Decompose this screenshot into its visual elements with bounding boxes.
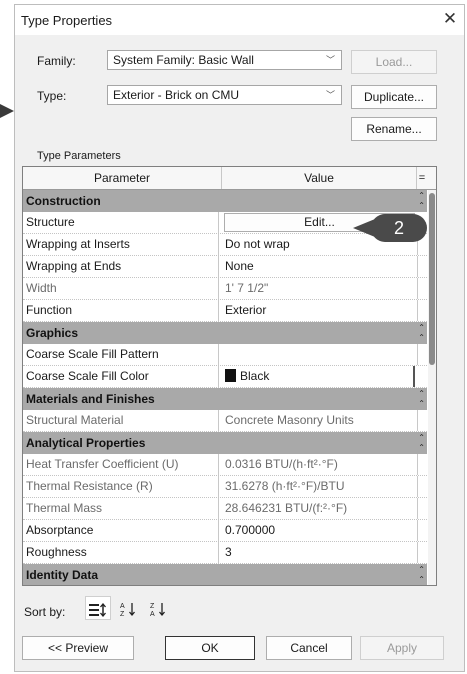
family-label: Family: <box>37 54 76 68</box>
param-name: Width <box>26 278 219 299</box>
chevron-down-icon: ﹀ <box>325 55 335 65</box>
param-name: Coarse Scale Fill Pattern <box>26 344 219 365</box>
sort-descending-icon[interactable]: Z A <box>146 596 172 620</box>
row-heat-transfer[interactable]: Heat Transfer Coefficient (U) 0.0316 BTU… <box>23 454 427 476</box>
row-coarse-fill-pattern[interactable]: Coarse Scale Fill Pattern <box>23 344 427 366</box>
group-identity-data[interactable]: Identity Data ⌃ ⌃ <box>23 564 427 585</box>
param-value[interactable] <box>222 344 418 365</box>
param-name: Structure <box>26 212 219 233</box>
svg-text:A: A <box>150 611 155 617</box>
type-dropdown[interactable]: Exterior - Brick on CMU ﹀ <box>107 85 342 105</box>
param-value: 28.646231 BTU/(f:²·°F) <box>222 498 418 519</box>
param-name: Heat Transfer Coefficient (U) <box>26 454 219 475</box>
row-function[interactable]: Function Exterior <box>23 300 427 322</box>
param-name: Thermal Mass <box>26 498 219 519</box>
collapse-icon[interactable]: ⌃ ⌃ <box>418 433 425 453</box>
rename-button[interactable]: Rename... <box>351 117 437 141</box>
type-label: Type: <box>37 89 67 103</box>
row-coarse-fill-color[interactable]: Coarse Scale Fill Color Black <box>23 366 427 388</box>
column-header-value[interactable]: Value <box>222 167 417 189</box>
grid-header: Parameter Value = <box>23 167 436 190</box>
collapse-icon[interactable]: ⌃ ⌃ <box>418 191 425 211</box>
collapse-icon[interactable]: ⌃ ⌃ <box>418 565 425 585</box>
color-name: Black <box>240 369 270 383</box>
param-name: Wrapping at Inserts <box>26 234 219 255</box>
row-absorptance[interactable]: Absorptance 0.700000 <box>23 520 427 542</box>
row-roughness[interactable]: Roughness 3 <box>23 542 427 564</box>
color-swatch <box>225 369 236 382</box>
group-label: Graphics <box>26 326 79 340</box>
group-analytical-properties[interactable]: Analytical Properties ⌃ ⌃ <box>23 432 427 454</box>
sort-by-label: Sort by: <box>24 605 66 619</box>
group-label: Construction <box>26 194 101 208</box>
svg-text:A: A <box>120 603 125 610</box>
group-label: Materials and Finishes <box>26 392 155 406</box>
row-thermal-mass[interactable]: Thermal Mass 28.646231 BTU/(f:²·°F) <box>23 498 427 520</box>
group-label: Identity Data <box>26 568 99 582</box>
pointer-arrow-icon <box>0 104 14 118</box>
svg-text:Z: Z <box>120 611 125 617</box>
column-header-equals[interactable]: = <box>417 167 427 189</box>
row-structural-material[interactable]: Structural Material Concrete Masonry Uni… <box>23 410 427 432</box>
param-value[interactable]: 0.700000 <box>222 520 418 541</box>
type-parameters-label: Type Parameters <box>37 150 121 162</box>
family-dropdown[interactable]: System Family: Basic Wall ﹀ <box>107 50 342 70</box>
row-thermal-resistance[interactable]: Thermal Resistance (R) 31.6278 (h·ft²·°F… <box>23 476 427 498</box>
ok-button[interactable]: OK <box>165 636 255 660</box>
vertical-scrollbar[interactable] <box>428 190 436 585</box>
type-dropdown-value: Exterior - Brick on CMU <box>113 88 240 102</box>
group-label: Analytical Properties <box>26 436 146 450</box>
scrollbar-thumb[interactable] <box>429 193 435 365</box>
param-value: 1' 7 1/2" <box>222 278 418 299</box>
color-picker-cell[interactable]: Black <box>222 366 415 387</box>
duplicate-button[interactable]: Duplicate... <box>351 85 437 109</box>
close-icon[interactable]: ✕ <box>440 9 460 29</box>
cancel-button[interactable]: Cancel <box>266 636 352 660</box>
collapse-icon[interactable]: ⌃ ⌃ <box>418 389 425 409</box>
group-materials-finishes[interactable]: Materials and Finishes ⌃ ⌃ <box>23 388 427 410</box>
dialog-title: Type Properties <box>21 13 113 28</box>
collapse-icon[interactable]: ⌃ ⌃ <box>418 323 425 343</box>
title-bar: Type Properties ✕ <box>15 5 464 35</box>
param-name: Absorptance <box>26 520 219 541</box>
param-name: Wrapping at Ends <box>26 256 219 277</box>
param-name: Structural Material <box>26 410 219 431</box>
svg-text:Z: Z <box>150 603 155 610</box>
grid-rows: Construction ⌃ ⌃ Structure Edit... Wrappi… <box>23 190 427 585</box>
param-name: Coarse Scale Fill Color <box>26 366 219 387</box>
row-width[interactable]: Width 1' 7 1/2" <box>23 278 427 300</box>
param-value: 31.6278 (h·ft²·°F)/BTU <box>222 476 418 497</box>
param-name: Thermal Resistance (R) <box>26 476 219 497</box>
param-value: 0.0316 BTU/(h·ft²·°F) <box>222 454 418 475</box>
apply-button[interactable]: Apply <box>360 636 444 660</box>
chevron-down-icon: ﹀ <box>325 90 335 100</box>
param-value[interactable]: None <box>222 256 418 277</box>
group-graphics[interactable]: Graphics ⌃ ⌃ <box>23 322 427 344</box>
param-name: Function <box>26 300 219 321</box>
param-name: Roughness <box>26 542 219 563</box>
sort-ascending-icon[interactable]: A Z <box>116 596 142 620</box>
param-value[interactable]: 3 <box>222 542 418 563</box>
row-wrapping-ends[interactable]: Wrapping at Ends None <box>23 256 427 278</box>
callout-number: 2 <box>393 218 404 238</box>
group-construction[interactable]: Construction ⌃ ⌃ <box>23 190 427 212</box>
load-button[interactable]: Load... <box>351 50 437 74</box>
family-dropdown-value: System Family: Basic Wall <box>113 53 254 67</box>
param-value[interactable]: Exterior <box>222 300 418 321</box>
column-header-parameter[interactable]: Parameter <box>23 167 222 189</box>
preview-button[interactable]: << Preview <box>22 636 134 660</box>
sort-grouped-icon[interactable] <box>85 596 111 620</box>
param-value: Concrete Masonry Units <box>222 410 418 431</box>
